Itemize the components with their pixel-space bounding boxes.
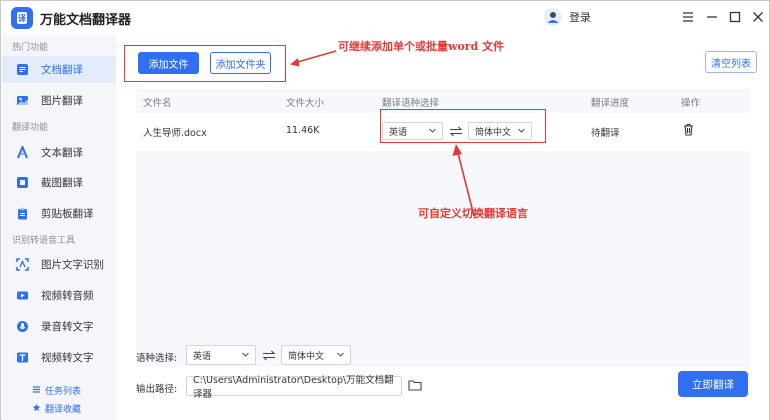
sidebar-link-favorites[interactable]: 翻译收藏 (32, 402, 81, 415)
microphone-icon (15, 320, 29, 334)
sidebar-item-recording-to-text[interactable]: 录音转文字 (2, 313, 116, 340)
annotation-arrow-top (290, 50, 337, 67)
menu-icon[interactable] (680, 9, 696, 25)
highlight-box-language (380, 109, 546, 143)
video-text-icon (15, 351, 29, 365)
file-name: 人生导师.docx (143, 128, 207, 139)
output-path-input[interactable]: C:\Users\Administrator\Desktop\万能文档翻译器 (186, 375, 402, 400)
app-window: 译 万能文档翻译器 登录 热门功能 文档翻译 图片翻译 翻译功能 文本翻译 截图… (0, 0, 770, 420)
annotation-middle: 可自定义切换翻译语言 (418, 207, 528, 220)
sidebar-item-screenshot-translate[interactable]: 截图翻译 (2, 169, 116, 196)
title-bar: 译 万能文档翻译器 登录 (1, 1, 769, 35)
add-folder-button[interactable]: 添加文件夹 (210, 52, 271, 74)
image-icon (15, 94, 29, 108)
sidebar-link-task-list[interactable]: 任务列表 (32, 384, 81, 397)
column-header-actions: 操作 (681, 98, 701, 109)
sidebar-item-video-to-audio[interactable]: 视频转音频 (2, 282, 116, 309)
sidebar-item-label: 图片翻译 (41, 95, 83, 107)
sidebar-section-title: 热门功能 (12, 43, 49, 53)
sidebar-item-label: 文本翻译 (41, 147, 83, 159)
main-panel: 添加文件 添加文件夹 可继续添加单个或批量word 文件 清空列表 文件名 文件… (116, 35, 769, 420)
folder-icon[interactable] (408, 379, 422, 394)
column-header-filename: 文件名 (143, 98, 172, 109)
sidebar-link-label: 任务列表 (45, 387, 82, 397)
sidebar-item-label: 文档翻译 (41, 64, 83, 76)
file-size: 11.46K (286, 125, 320, 136)
minimize-icon[interactable] (704, 9, 720, 25)
list-icon (32, 385, 41, 397)
source-language-select[interactable]: 英语 (186, 345, 256, 365)
chevron-down-icon (241, 350, 250, 362)
sidebar-item-label: 图片文字识别 (41, 259, 104, 271)
app-logo-icon: 译 (11, 7, 33, 29)
screenshot-icon (15, 176, 29, 190)
output-path-label: 输出路径: (136, 384, 178, 395)
text-icon (15, 146, 29, 160)
svg-text:译: 译 (18, 13, 27, 23)
sidebar-section-title: 识别转语音工具 (12, 236, 76, 246)
column-header-progress: 翻译进度 (591, 98, 630, 109)
progress-status: 待翻译 (591, 128, 620, 139)
file-table: 文件名 文件大小 翻译语种选择 翻译进度 操作 人生导师.docx 11.46K… (136, 89, 750, 367)
avatar-icon (544, 8, 562, 26)
select-value: 英语 (193, 351, 212, 362)
sidebar-link-label: 翻译收藏 (45, 405, 82, 415)
sidebar-item-label: 剪贴板翻译 (41, 208, 94, 220)
sidebar-item-video-to-text[interactable]: 视频转文字 (2, 344, 116, 371)
sidebar-item-image-ocr[interactable]: 图片文字识别 (2, 251, 116, 278)
sidebar-item-clipboard-translate[interactable]: 剪贴板翻译 (2, 200, 116, 227)
sidebar-item-label: 视频转音频 (41, 290, 94, 302)
close-icon[interactable] (750, 9, 766, 25)
language-select-label: 语种选择: (136, 353, 178, 364)
document-icon (15, 63, 29, 77)
ocr-icon (15, 258, 29, 272)
sidebar-section-title: 翻译功能 (12, 123, 49, 133)
swap-language-icon[interactable] (262, 349, 276, 361)
star-icon (32, 403, 41, 415)
clipboard-icon (15, 207, 29, 221)
delete-icon[interactable] (683, 123, 694, 139)
login-button[interactable]: 登录 (544, 8, 591, 26)
app-title: 万能文档翻译器 (40, 13, 132, 28)
sidebar-item-document-translate[interactable]: 文档翻译 (2, 56, 116, 83)
add-file-button[interactable]: 添加文件 (138, 52, 199, 74)
sidebar-item-label: 截图翻译 (41, 177, 83, 189)
column-header-language: 翻译语种选择 (382, 98, 440, 109)
clear-list-button[interactable]: 清空列表 (705, 51, 757, 73)
column-header-size: 文件大小 (286, 98, 325, 109)
sidebar-item-image-translate[interactable]: 图片翻译 (2, 87, 116, 114)
maximize-icon[interactable] (727, 9, 743, 25)
sidebar: 热门功能 文档翻译 图片翻译 翻译功能 文本翻译 截图翻译 剪贴板翻译 识别转语… (2, 35, 116, 420)
login-label: 登录 (569, 11, 591, 24)
select-value: 简体中文 (288, 351, 325, 362)
chevron-down-icon (336, 350, 345, 362)
translate-now-button[interactable]: 立即翻译 (678, 371, 748, 397)
sidebar-item-label: 视频转文字 (41, 352, 94, 364)
target-language-select[interactable]: 简体中文 (281, 345, 351, 365)
video-icon (15, 289, 29, 303)
sidebar-item-text-translate[interactable]: 文本翻译 (2, 139, 116, 166)
sidebar-item-label: 录音转文字 (41, 321, 94, 333)
annotation-top: 可继续添加单个或批量word 文件 (338, 40, 505, 53)
